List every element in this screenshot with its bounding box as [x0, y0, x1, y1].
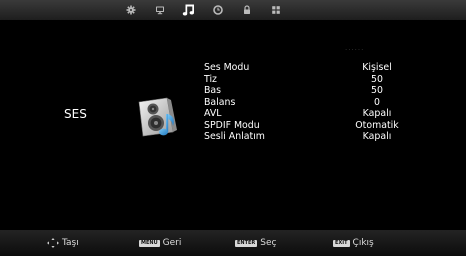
tab-picture[interactable]: [146, 0, 174, 20]
hint-exit-label: Çıkış: [352, 238, 374, 248]
menu-item-label: Tiz: [204, 73, 217, 85]
menu-item-value: Otomatik: [355, 119, 399, 131]
menu-item-ses-modu[interactable]: Ses Modu Kişisel: [204, 62, 434, 74]
menu-item-value: Kapalı: [362, 108, 392, 119]
gear-icon: [126, 5, 136, 15]
menu-item-value: Kapalı: [362, 131, 392, 142]
menu-tab-bar: [0, 0, 466, 20]
speaker-music-icon: [138, 97, 177, 137]
hint-back: MENU Geri: [139, 237, 181, 249]
menu-item-label: AVL: [204, 108, 222, 119]
tab-setup[interactable]: [262, 0, 290, 20]
tab-sound[interactable]: [175, 0, 203, 20]
footer-hint-bar: Taşı MENU Geri ENTER Seç EXIT Çıkış: [0, 230, 466, 256]
grid-icon: [272, 6, 280, 14]
exit-key-badge: EXIT: [333, 239, 350, 247]
menu-item-value: 50: [371, 73, 383, 85]
clock-icon: [213, 5, 223, 15]
music-note-icon: [182, 4, 194, 16]
tab-lock[interactable]: [233, 0, 261, 20]
menu-item-value: Kişisel: [362, 62, 392, 73]
lock-icon: [244, 5, 250, 14]
menu-item-label: Sesli Anlatım: [204, 131, 265, 142]
menu-item-label: SPDIF Modu: [204, 119, 260, 131]
monitor-icon: [156, 6, 164, 15]
hint-select: ENTER Seç: [235, 237, 276, 249]
menu-item-bas[interactable]: Bas 50: [204, 85, 434, 97]
menu-item-value: 50: [371, 85, 383, 96]
menu-item-tiz[interactable]: Tiz 50: [204, 74, 434, 86]
tab-settings[interactable]: [117, 0, 145, 20]
menu-item-spdif-modu[interactable]: SPDIF Modu Otomatik: [204, 120, 434, 132]
sound-settings-list: Ses Modu Kişisel Tiz 50 Bas 50 Balans 0 …: [204, 62, 434, 143]
scroll-more-indicator: ······: [345, 46, 365, 54]
enter-key-badge: ENTER: [235, 239, 258, 247]
hint-move-label: Taşı: [62, 238, 79, 248]
hint-select-label: Seç: [260, 238, 277, 248]
menu-item-value: 0: [374, 96, 380, 108]
menu-item-sesli-anlatim[interactable]: Sesli Anlatım Kapalı: [204, 131, 434, 143]
dpad-arrows-icon: [47, 238, 59, 248]
menu-item-label: Ses Modu: [204, 62, 250, 73]
menu-item-balans[interactable]: Balans 0: [204, 97, 434, 109]
tab-timer[interactable]: [204, 0, 232, 20]
hint-back-label: Geri: [162, 238, 182, 248]
menu-key-badge: MENU: [139, 239, 160, 247]
menu-item-label: Balans: [204, 96, 236, 108]
menu-item-avl[interactable]: AVL Kapalı: [204, 108, 434, 120]
hint-move: Taşı: [47, 237, 79, 249]
section-title: SES: [64, 107, 87, 121]
hint-exit: EXIT Çıkış: [333, 237, 374, 249]
menu-item-label: Bas: [204, 85, 222, 96]
